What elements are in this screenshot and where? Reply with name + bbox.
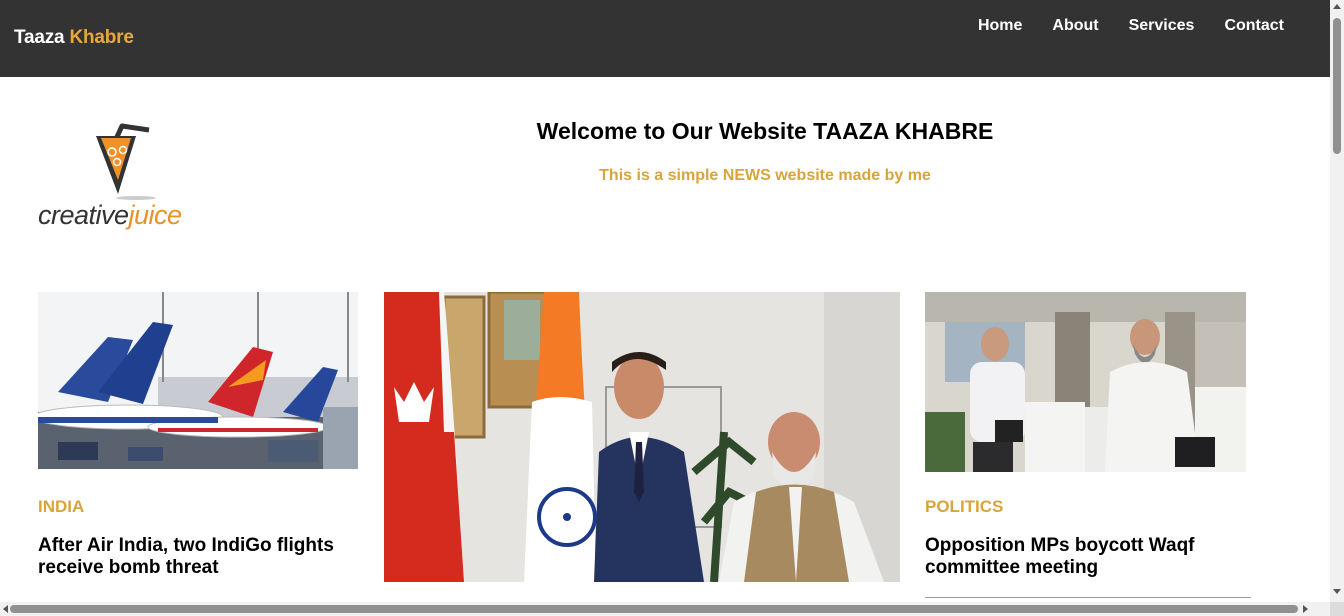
brand-title-accent: Khabre (69, 27, 134, 48)
brand-title[interactable]: Taaza Khabre (14, 27, 134, 49)
card-india-headline[interactable]: After Air India, two IndiGo flights rece… (38, 535, 358, 579)
logo-wordmark-accent: juice (128, 200, 183, 230)
two-leaders-handshake-flags-photo[interactable] (384, 292, 900, 582)
nav-contact-link[interactable]: Contact (1224, 17, 1284, 35)
nav-about-link[interactable]: About (1052, 17, 1098, 35)
card-india-category[interactable]: INDIA (38, 497, 84, 517)
scrollbar-corner (1330, 602, 1344, 616)
card-politics-category[interactable]: POLITICS (925, 497, 1003, 517)
airplanes-airport-photo[interactable] (38, 292, 358, 469)
vertical-scrollbar[interactable] (1330, 0, 1344, 602)
main-nav: Home About Services Contact (978, 17, 1284, 35)
scroll-up-arrow-icon[interactable] (1333, 4, 1341, 9)
brand-title-part1: Taaza (14, 27, 70, 48)
logo-wordmark-part1: creative (38, 200, 129, 230)
nav-services-link[interactable]: Services (1129, 17, 1195, 35)
hero-subtitle: This is a simple NEWS website made by me (599, 167, 931, 184)
card-politics-headline[interactable]: Opposition MPs boycott Waqf committee me… (925, 535, 1245, 579)
vertical-scroll-thumb[interactable] (1333, 18, 1341, 154)
hero-title: Welcome to Our Website TAAZA KHABRE (536, 118, 994, 144)
scroll-down-arrow-icon[interactable] (1333, 589, 1341, 594)
horizontal-scrollbar[interactable] (0, 602, 1344, 616)
card-politics-divider (925, 597, 1251, 598)
scroll-right-arrow-icon[interactable] (1303, 605, 1308, 613)
nav-home-link[interactable]: Home (978, 17, 1022, 35)
politicians-walking-photo[interactable] (925, 292, 1246, 472)
horizontal-scroll-thumb[interactable] (10, 605, 1298, 613)
top-navbar: Taaza Khabre Home About Services Contact (0, 0, 1330, 77)
logo-wordmark: creativejuice (38, 200, 182, 231)
scroll-left-arrow-icon[interactable] (3, 605, 8, 613)
